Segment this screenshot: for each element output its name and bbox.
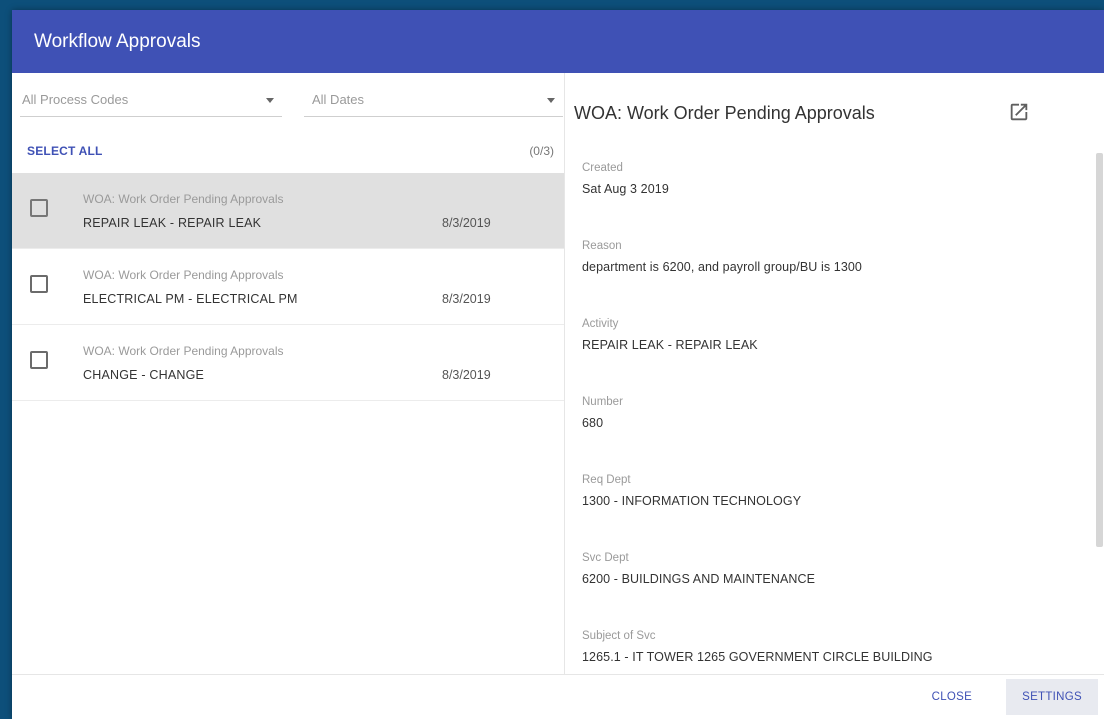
detail-field-activity: Activity REPAIR LEAK - REPAIR LEAK <box>582 309 1104 387</box>
dialog-content: All Process Codes All Dates SELECT ALL (… <box>12 73 1104 674</box>
detail-field-number: Number 680 <box>582 387 1104 465</box>
workflow-approvals-dialog: Workflow Approvals All Process Codes All… <box>12 10 1104 719</box>
item-date: 8/3/2019 <box>442 292 491 306</box>
item-title: ELECTRICAL PM - ELECTRICAL PM <box>83 292 298 306</box>
detail-field-svc-dept: Svc Dept 6200 - BUILDINGS AND MAINTENANC… <box>582 543 1104 621</box>
select-all-row: SELECT ALL (0/3) <box>12 129 564 173</box>
dates-select-value: All Dates <box>312 92 365 107</box>
detail-title: WOA: Work Order Pending Approvals <box>574 102 875 123</box>
field-value: 1265.1 - IT TOWER 1265 GOVERNMENT CIRCLE… <box>582 650 933 664</box>
field-label: Created <box>582 162 623 174</box>
list-item[interactable]: WOA: Work Order Pending Approvals REPAIR… <box>12 173 564 249</box>
item-date: 8/3/2019 <box>442 216 491 230</box>
list-item[interactable]: WOA: Work Order Pending Approvals CHANGE… <box>12 325 564 401</box>
item-process-code: WOA: Work Order Pending Approvals <box>83 344 284 358</box>
process-codes-select-value: All Process Codes <box>22 92 129 107</box>
filter-bar: All Process Codes All Dates <box>12 73 564 129</box>
field-value: 1300 - INFORMATION TECHNOLOGY <box>582 494 802 508</box>
item-process-code: WOA: Work Order Pending Approvals <box>83 192 284 206</box>
field-value: 680 <box>582 416 604 430</box>
detail-field-req-dept: Req Dept 1300 - INFORMATION TECHNOLOGY <box>582 465 1104 543</box>
field-label: Number <box>582 396 623 408</box>
detail-fields: Created Sat Aug 3 2019 Reason department… <box>565 153 1104 674</box>
item-checkbox[interactable] <box>30 199 48 217</box>
close-button[interactable]: CLOSE <box>916 679 989 715</box>
item-checkbox[interactable] <box>30 351 48 369</box>
approvals-list-pane: All Process Codes All Dates SELECT ALL (… <box>12 73 565 674</box>
item-checkbox[interactable] <box>30 275 48 293</box>
field-label: Subject of Svc <box>582 630 656 642</box>
dialog-title: Workflow Approvals <box>34 30 201 52</box>
approvals-list: WOA: Work Order Pending Approvals REPAIR… <box>12 173 564 401</box>
field-label: Req Dept <box>582 474 631 486</box>
dates-select[interactable]: All Dates <box>304 83 563 117</box>
field-value: REPAIR LEAK - REPAIR LEAK <box>582 338 758 352</box>
detail-scrollbar[interactable] <box>1095 153 1104 547</box>
field-value: Sat Aug 3 2019 <box>582 182 669 196</box>
field-label: Svc Dept <box>582 552 629 564</box>
dialog-titlebar: Workflow Approvals <box>12 10 1104 73</box>
dropdown-arrow-icon <box>547 98 555 103</box>
dropdown-arrow-icon <box>266 98 274 103</box>
detail-header: WOA: Work Order Pending Approvals <box>565 73 1104 153</box>
detail-field-created: Created Sat Aug 3 2019 <box>582 153 1104 231</box>
settings-button[interactable]: SETTINGS <box>1006 679 1098 715</box>
dialog-footer: CLOSE SETTINGS <box>12 674 1104 719</box>
scrollbar-thumb[interactable] <box>1096 153 1103 547</box>
open-in-new-icon[interactable] <box>1008 101 1030 123</box>
item-date: 8/3/2019 <box>442 368 491 382</box>
item-title: CHANGE - CHANGE <box>83 368 205 382</box>
item-process-code: WOA: Work Order Pending Approvals <box>83 268 284 282</box>
process-codes-select[interactable]: All Process Codes <box>20 83 282 117</box>
approval-detail-pane: WOA: Work Order Pending Approvals Create… <box>565 73 1104 674</box>
select-all-button[interactable]: SELECT ALL <box>27 144 103 158</box>
detail-field-reason: Reason department is 6200, and payroll g… <box>582 231 1104 309</box>
field-label: Reason <box>582 240 622 252</box>
list-item[interactable]: WOA: Work Order Pending Approvals ELECTR… <box>12 249 564 325</box>
detail-field-subject-of-svc: Subject of Svc 1265.1 - IT TOWER 1265 GO… <box>582 621 1104 674</box>
field-value: 6200 - BUILDINGS AND MAINTENANCE <box>582 572 816 586</box>
field-value: department is 6200, and payroll group/BU… <box>582 260 862 274</box>
field-label: Activity <box>582 318 619 330</box>
selection-count: (0/3) <box>529 144 554 158</box>
item-title: REPAIR LEAK - REPAIR LEAK <box>83 216 262 230</box>
